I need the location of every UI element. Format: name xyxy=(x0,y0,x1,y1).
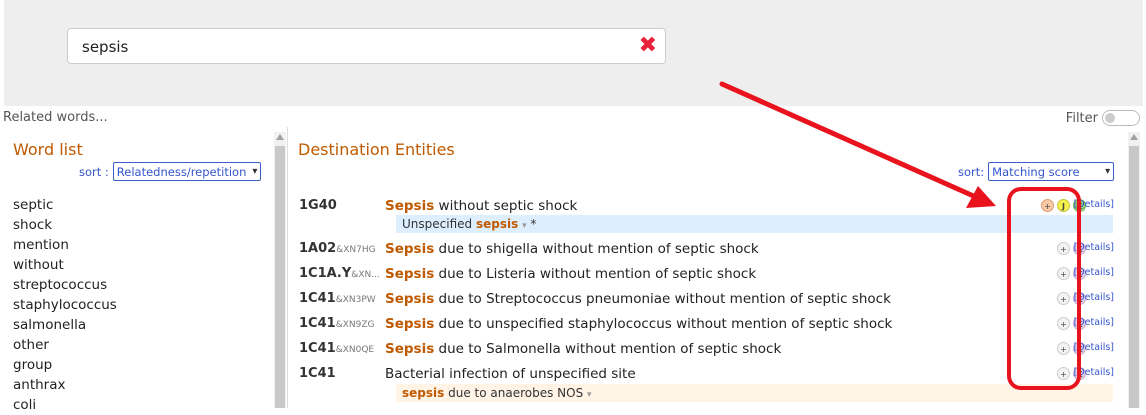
word-list-item[interactable]: shock xyxy=(13,215,117,235)
word-list-item[interactable]: streptococcus xyxy=(13,275,117,295)
scroll-up-icon[interactable] xyxy=(1130,134,1138,140)
word-list-scrollbar[interactable] xyxy=(274,132,286,408)
entity-code: 1G40 xyxy=(299,198,337,213)
word-list-sort-label: sort : xyxy=(79,164,109,179)
entity-code: 1C41&XN9ZG xyxy=(299,316,375,331)
scroll-up-icon[interactable] xyxy=(276,134,284,140)
destination-sort: sort: Matching score ▾ xyxy=(958,162,1115,181)
word-list-item[interactable]: without xyxy=(13,255,117,275)
entity-subterm[interactable]: Unspecified sepsis ▾ * xyxy=(396,215,1113,233)
entity-title[interactable]: Sepsis due to Salmonella without mention… xyxy=(385,341,781,357)
word-list-sort-value: Relatedness/repetition xyxy=(116,164,247,179)
word-list-item[interactable]: other xyxy=(13,335,117,355)
entity-title[interactable]: Sepsis due to Listeria without mention o… xyxy=(385,266,756,282)
word-list: septic shock mention without streptococc… xyxy=(13,195,117,415)
related-words-link[interactable]: Related words... xyxy=(3,110,108,125)
word-list-item[interactable]: staphylococcus xyxy=(13,295,117,315)
entity-subterm[interactable]: sepsis due to anaerobes NOS ▾ xyxy=(396,384,1113,402)
word-list-title: Word list xyxy=(13,140,83,159)
destination-entities-title: Destination Entities xyxy=(298,140,455,159)
entity-code: 1A02&XN7HG xyxy=(299,241,376,256)
entity-title[interactable]: Sepsis due to Streptococcus pneumoniae w… xyxy=(385,291,891,307)
entity-code: 1C41 xyxy=(299,366,336,381)
entity-title[interactable]: Bacterial infection of unspecified site xyxy=(385,366,636,382)
entity-code: 1C1A.Y&XN... xyxy=(299,266,380,281)
search-box: ✖ xyxy=(67,28,666,65)
entity-code: 1C41&XN3PW xyxy=(299,291,376,306)
entity-row[interactable]: 1C41&XN3PW Sepsis due to Streptococcus p… xyxy=(296,288,1116,313)
word-list-item[interactable]: salmonella xyxy=(13,315,117,335)
entity-row[interactable]: 1C1A.Y&XN... Sepsis due to Listeria with… xyxy=(296,263,1116,288)
entity-row[interactable]: 1A02&XN7HG Sepsis due to shigella withou… xyxy=(296,238,1116,263)
entity-code: 1C41&XN0QE xyxy=(299,341,375,356)
search-input[interactable] xyxy=(80,29,634,65)
entity-title[interactable]: Sepsis due to shigella without mention o… xyxy=(385,241,759,257)
search-panel: ✖ xyxy=(4,0,1143,106)
chevron-down-icon: ▾ xyxy=(252,166,258,177)
scrollbar-thumb[interactable] xyxy=(275,146,285,408)
filter-toggle[interactable] xyxy=(1102,110,1140,126)
entity-title[interactable]: Sepsis without septic shock xyxy=(385,198,577,214)
entity-row[interactable]: 1C41&XN9ZG Sepsis due to unspecified sta… xyxy=(296,313,1116,338)
clear-icon[interactable]: ✖ xyxy=(639,34,657,58)
chevron-down-icon: ▾ xyxy=(1105,166,1111,177)
word-list-item[interactable]: group xyxy=(13,355,117,375)
word-list-item[interactable]: anthrax xyxy=(13,375,117,395)
filter-label: Filter xyxy=(1065,110,1098,126)
word-list-item[interactable]: septic xyxy=(13,195,117,215)
scrollbar-thumb[interactable] xyxy=(1129,146,1139,408)
destination-sort-select[interactable]: Matching score ▾ xyxy=(988,162,1115,181)
entity-title[interactable]: Sepsis due to unspecified staphylococcus… xyxy=(385,316,892,332)
destination-sort-label: sort: xyxy=(958,164,985,179)
word-list-sort: sort : Relatedness/repetition ▾ xyxy=(79,162,262,181)
subterm-dropdown-icon[interactable]: ▾ xyxy=(587,390,592,400)
entity-row[interactable]: 1C41&XN0QE Sepsis due to Salmonella with… xyxy=(296,338,1116,363)
highlight-box xyxy=(1007,187,1081,390)
word-list-sort-select[interactable]: Relatedness/repetition ▾ xyxy=(112,162,262,181)
destination-scrollbar[interactable] xyxy=(1128,132,1140,408)
panel-divider xyxy=(287,127,288,408)
word-list-item[interactable]: mention xyxy=(13,235,117,255)
word-list-item[interactable]: coli xyxy=(13,395,117,415)
destination-sort-value: Matching score xyxy=(992,164,1080,179)
filter-control: Filter xyxy=(1066,110,1140,126)
